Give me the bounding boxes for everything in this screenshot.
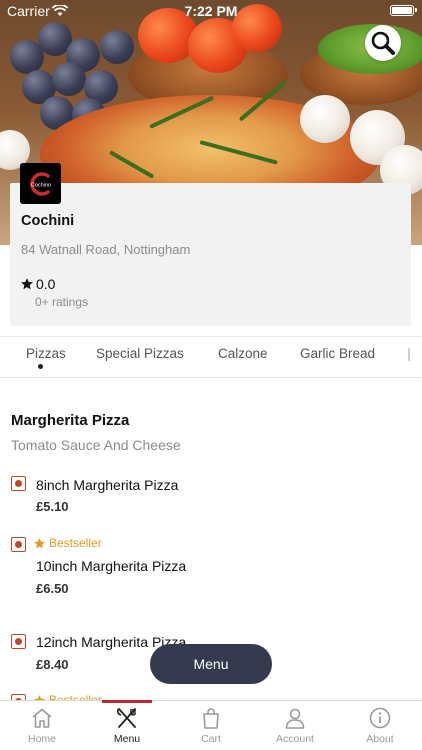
status-bar: Carrier 7:22 PM [0, 0, 422, 22]
battery-icon [390, 5, 417, 16]
tab-cart-label: Cart [201, 733, 221, 745]
tab-account[interactable]: Account [260, 707, 330, 745]
search-button[interactable] [365, 25, 401, 61]
tab-about[interactable]: About [345, 707, 415, 745]
bag-icon [203, 708, 219, 729]
restaurant-logo: Cochino [20, 163, 61, 204]
tab-cart[interactable]: Cart [176, 707, 246, 745]
info-icon [369, 707, 391, 729]
veg-marker-icon [11, 634, 26, 649]
section-description: Tomato Sauce And Cheese [11, 437, 181, 453]
tab-about-label: About [366, 733, 394, 745]
tab-special-pizzas[interactable]: Special Pizzas [96, 346, 184, 361]
star-icon [21, 278, 33, 290]
search-icon [371, 31, 395, 55]
bottom-tab-bar: Home Menu Cart Account About [0, 700, 422, 750]
veg-marker-icon [11, 537, 26, 552]
menu-float-button[interactable]: Menu [150, 644, 272, 684]
tab-home[interactable]: Home [7, 707, 77, 745]
restaurant-rating: 0.0 [20, 276, 55, 292]
restaurant-name: Cochini [21, 213, 75, 229]
tab-garlic-bread[interactable]: Garlic Bread [300, 346, 375, 361]
tab-home-label: Home [27, 733, 56, 745]
menu-item-price: £6.50 [36, 581, 69, 596]
tab-calzone[interactable]: Calzone [218, 346, 268, 361]
star-icon [34, 537, 45, 548]
bestseller-label: Bestseller [49, 536, 102, 550]
active-tab-indicator [38, 364, 43, 369]
tab-pizzas[interactable]: Pizzas [26, 346, 66, 361]
person-icon [285, 708, 305, 729]
menu-item-name[interactable]: 8inch Margherita Pizza [36, 477, 178, 493]
veg-marker-icon [11, 476, 26, 491]
tab-menu[interactable]: Menu [92, 707, 162, 745]
menu-item-price: £8.40 [36, 657, 69, 672]
restaurant-address: 84 Watnall Road, Nottingham [21, 242, 191, 257]
status-time: 7:22 PM [184, 3, 238, 19]
category-tabs: Pizzas Special Pizzas Calzone Garlic Bre… [0, 336, 422, 378]
ratings-count: 0+ ratings [35, 295, 89, 309]
menu-item-name[interactable]: 10inch Margherita Pizza [36, 558, 186, 574]
bestseller-badge: Bestseller [33, 536, 102, 550]
menu-item-price: £5.10 [36, 499, 69, 514]
rating-value: 0.0 [36, 276, 56, 292]
active-tab-underline [102, 700, 152, 703]
tab-account-label: Account [276, 733, 314, 745]
tab-menu-label: Menu [113, 733, 141, 745]
tab-overflow[interactable] [408, 348, 410, 361]
fork-knife-icon [117, 708, 136, 728]
home-icon [32, 708, 52, 728]
section-title: Margherita Pizza [11, 412, 130, 429]
restaurant-info-card: Cochino Cochini 84 Watnall Road, Notting… [10, 163, 411, 326]
svg-text:Cochino: Cochino [30, 182, 50, 188]
